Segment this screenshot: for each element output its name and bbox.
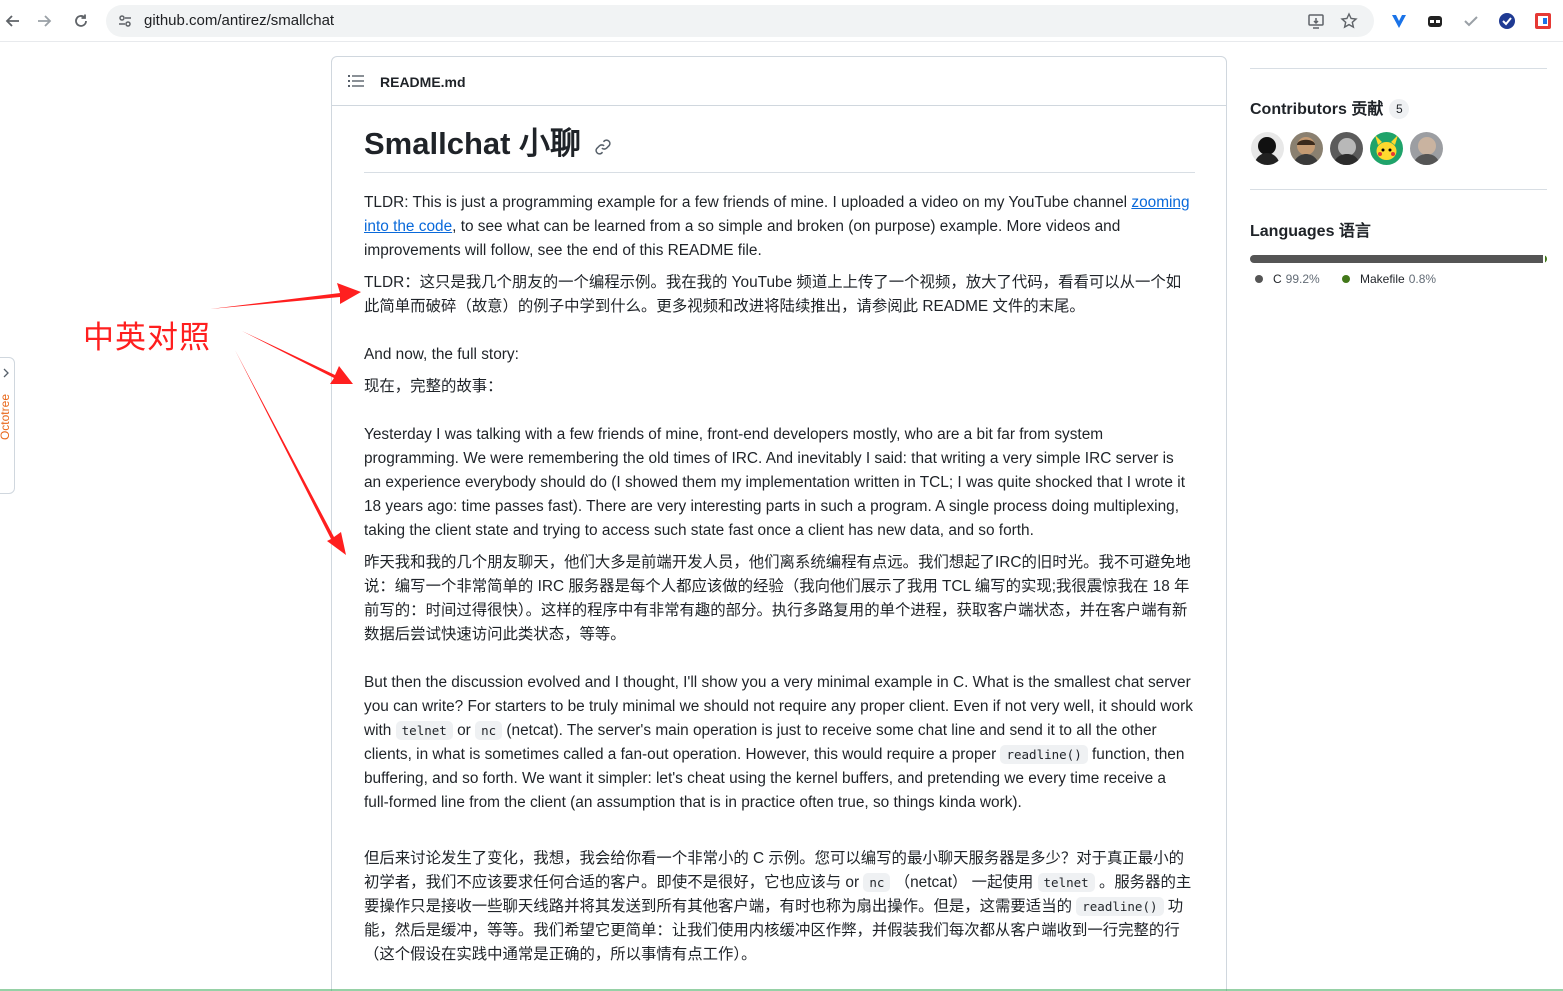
extension-verified-icon[interactable] — [1496, 10, 1518, 32]
octotree-label: Octotree — [0, 394, 12, 441]
browser-toolbar: github.com/antirez/smallchat — [0, 0, 1563, 42]
paragraph-discussion-zh: 但后来讨论发生了变化，我想，我会给你看一个非常小的 C 示例。您可以编写的最小聊… — [364, 847, 1195, 967]
chevron-right-icon — [3, 368, 9, 378]
language-c[interactable]: C 99.2% — [1255, 272, 1320, 286]
language-dot — [1342, 275, 1350, 283]
avatar[interactable] — [1370, 132, 1403, 165]
readme-filename[interactable]: README.md — [380, 74, 466, 90]
contributors-heading[interactable]: Contributors 贡献 5 — [1250, 95, 1410, 119]
readme-article: Smallchat 小聊 TLDR: This is just a progra… — [364, 119, 1195, 963]
octotree-toggle[interactable]: Octotree — [0, 357, 15, 494]
paragraph-discussion-en: But then the discussion evolved and I th… — [364, 671, 1195, 815]
anchor-link-icon[interactable] — [594, 138, 612, 156]
paragraph-yesterday-zh: 昨天我和我的几个朋友聊天，他们大多是前端开发人员，他们离系统编程有点远。我们想起… — [364, 554, 1191, 643]
text: or — [452, 722, 476, 739]
extension-v-icon[interactable] — [1388, 10, 1410, 32]
url-text[interactable]: github.com/antirez/smallchat — [144, 12, 334, 29]
text: （netcat） 一起使用 — [890, 874, 1038, 891]
code-telnet: telnet — [395, 721, 453, 740]
title-row: Smallchat 小聊 — [364, 119, 1195, 173]
extension-glasses-icon[interactable] — [1424, 10, 1446, 32]
reload-icon[interactable] — [68, 8, 94, 34]
avatar[interactable] — [1330, 132, 1363, 165]
readme-header: README.md — [332, 57, 1226, 106]
language-bar — [1250, 255, 1547, 263]
forward-icon[interactable] — [31, 8, 57, 34]
annotation-label: 中英对照 — [83, 320, 211, 356]
arrow-to-yesterday-zh — [235, 350, 346, 555]
languages-heading: Languages 语言 — [1250, 223, 1371, 240]
language-bar-segment — [1544, 255, 1547, 263]
language-percent: 0.8% — [1408, 272, 1437, 286]
language-bar-segment — [1250, 255, 1543, 263]
site-settings-icon[interactable] — [116, 12, 134, 30]
language-dot — [1255, 275, 1263, 283]
install-app-icon[interactable] — [1306, 11, 1326, 31]
language-makefile[interactable]: Makefile 0.8% — [1342, 272, 1436, 286]
code-nc: nc — [475, 721, 503, 740]
paragraph-tldr-en: TLDR: This is just a programming example… — [364, 191, 1195, 263]
readme-panel: README.md Smallchat 小聊 TLDR: This is jus… — [331, 56, 1227, 991]
language-name[interactable]: C — [1273, 272, 1282, 286]
back-icon[interactable] — [0, 8, 26, 34]
contributors-count: 5 — [1389, 99, 1410, 119]
paragraph-story-en: And now, the full story: — [364, 346, 519, 363]
sidebar-divider — [1250, 68, 1547, 69]
code-readline: readline() — [1000, 745, 1088, 764]
avatar[interactable] — [1251, 132, 1284, 165]
avatar[interactable] — [1290, 132, 1323, 165]
language-percent: 99.2% — [1285, 272, 1320, 286]
bookmark-star-icon[interactable] — [1339, 11, 1359, 31]
language-name[interactable]: Makefile — [1360, 272, 1405, 286]
address-bar[interactable]: github.com/antirez/smallchat — [106, 5, 1374, 37]
paragraph-story-zh: 现在，完整的故事： — [364, 378, 503, 395]
paragraph-tldr-zh: TLDR：这只是我几个朋友的一个编程示例。我在我的 YouTube 频道上上传了… — [364, 274, 1182, 315]
code-readline: readline() — [1076, 897, 1164, 916]
extension-check-icon[interactable] — [1460, 10, 1482, 32]
outline-list-icon[interactable] — [348, 74, 364, 88]
avatar[interactable] — [1410, 132, 1443, 165]
contributors-label[interactable]: Contributors 贡献 — [1250, 101, 1383, 118]
code-nc: nc — [863, 873, 891, 892]
paragraph-yesterday-en: Yesterday I was talking with a few frien… — [364, 426, 1185, 539]
text: TLDR: This is just a programming example… — [364, 194, 1132, 211]
page-title: Smallchat 小聊 — [364, 126, 582, 161]
text: , to see what can be learned from a so s… — [364, 218, 1121, 259]
extension-fe-icon[interactable] — [1532, 10, 1554, 32]
sidebar-divider — [1250, 189, 1547, 190]
code-telnet: telnet — [1037, 873, 1095, 892]
